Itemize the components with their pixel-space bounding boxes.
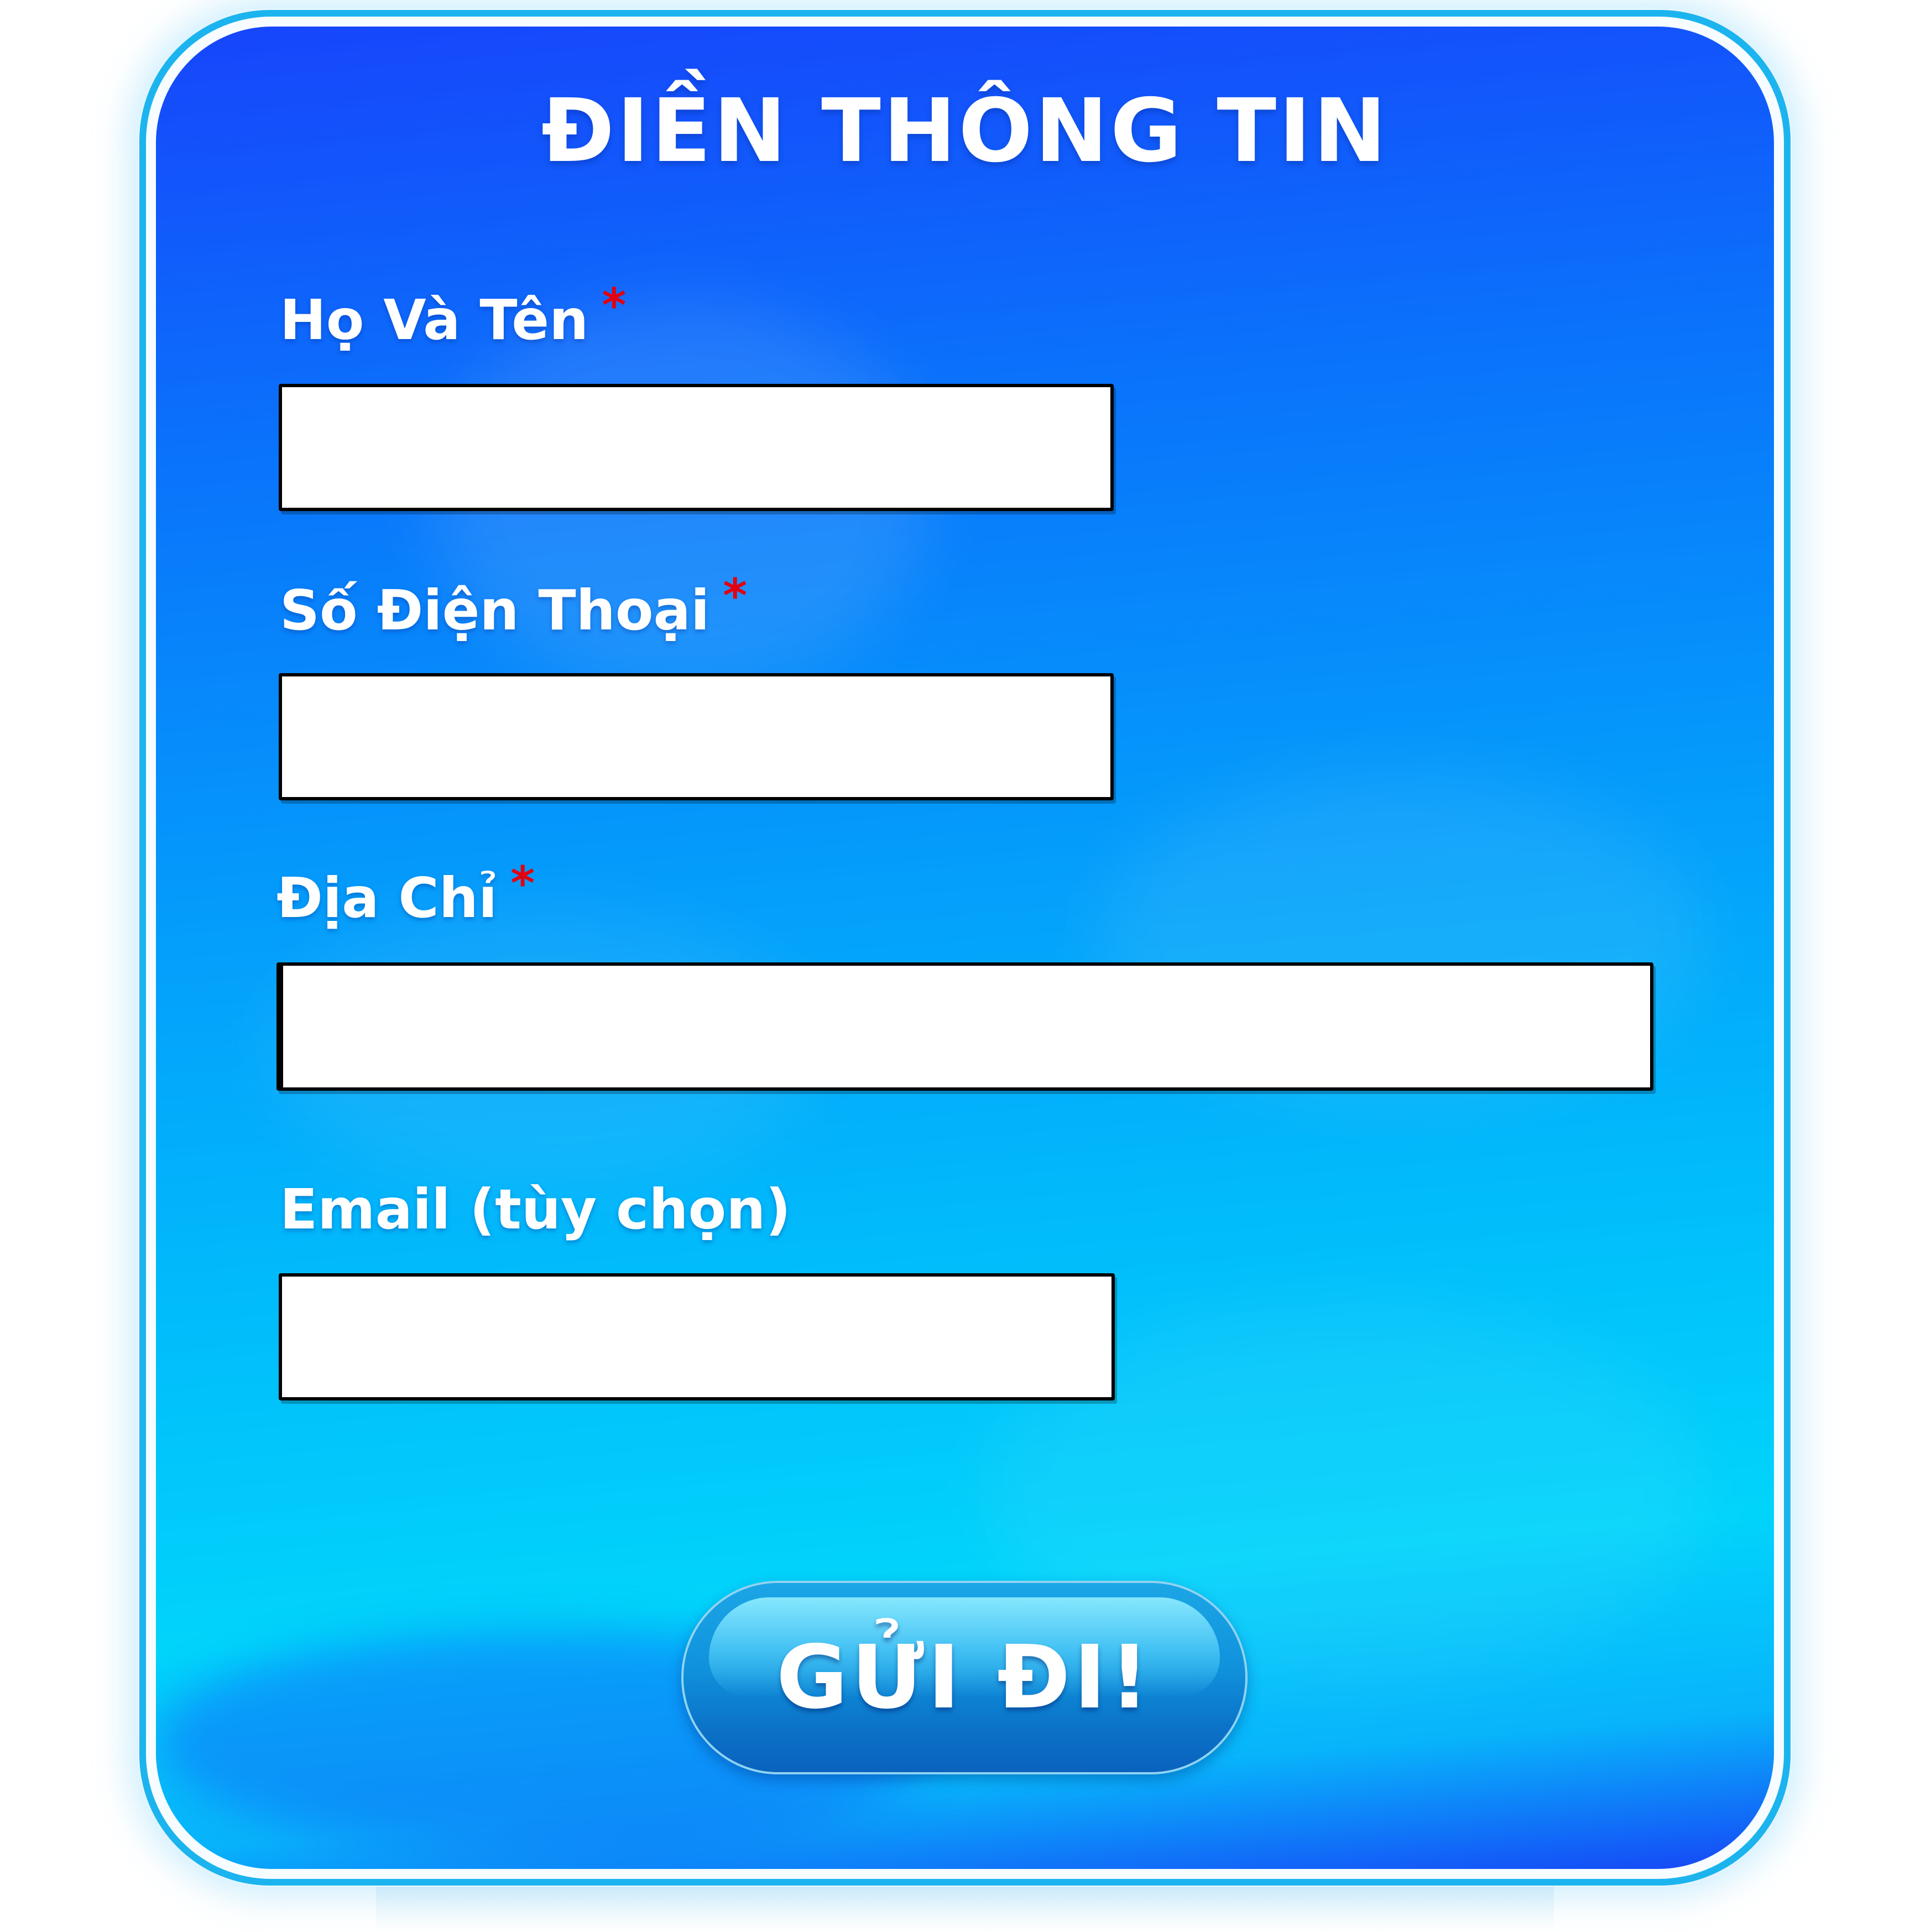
- form-title: ĐIỀN THÔNG TIN: [541, 80, 1389, 182]
- email-label-text: Email (tùy chọn): [280, 1177, 791, 1242]
- phone-label: Số Điện Thoại *: [280, 569, 747, 643]
- submit-button-label: GỬI ĐI!: [776, 1627, 1153, 1728]
- required-mark: *: [723, 569, 748, 623]
- address-label-text: Địa Chỉ: [276, 866, 498, 930]
- address-label: Địa Chỉ *: [276, 856, 535, 930]
- address-input[interactable]: [276, 962, 1653, 1091]
- full-name-label-text: Họ Và Tên: [280, 288, 589, 352]
- email-input[interactable]: [279, 1273, 1115, 1400]
- phone-label-text: Số Điện Thoại: [280, 578, 710, 643]
- required-mark: *: [510, 856, 535, 910]
- full-name-label: Họ Và Tên *: [280, 278, 626, 352]
- required-mark: *: [602, 278, 627, 332]
- email-label: Email (tùy chọn): [280, 1177, 791, 1242]
- submit-button[interactable]: GỬI ĐI!: [681, 1581, 1248, 1774]
- phone-input[interactable]: [279, 673, 1114, 800]
- full-name-input[interactable]: [279, 384, 1114, 511]
